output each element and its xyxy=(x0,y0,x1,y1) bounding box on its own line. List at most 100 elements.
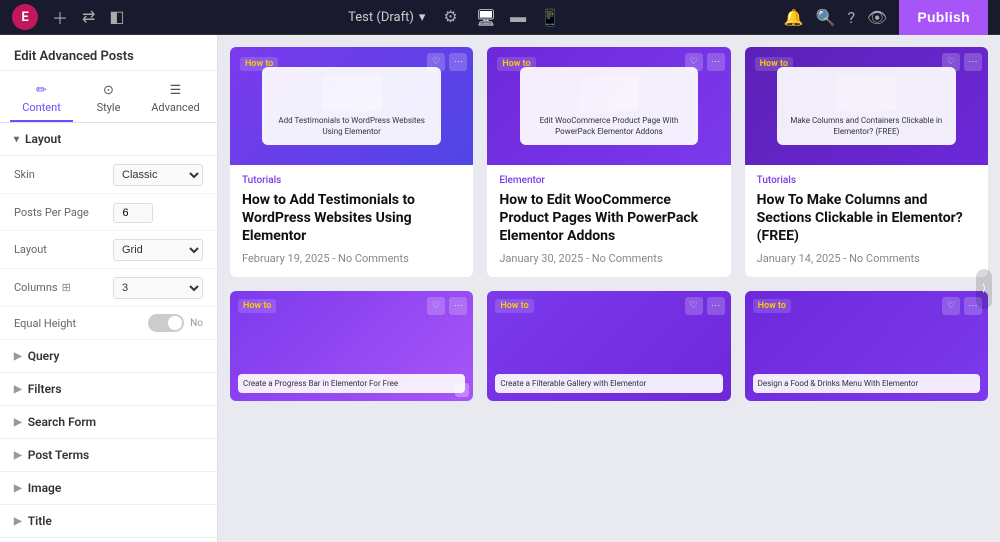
title-chevron-icon: ▶ xyxy=(14,516,22,527)
canvas-expand-handle[interactable]: ⟩ xyxy=(976,269,992,309)
query-chevron-icon: ▶ xyxy=(14,351,22,362)
tablet-icon[interactable]: ▬ xyxy=(510,7,526,27)
post-category-1: Tutorials xyxy=(242,175,461,186)
sidebar-title: Edit Advanced Posts xyxy=(14,49,134,64)
layout-section-header[interactable]: ▾ Layout xyxy=(0,123,217,156)
filters-section[interactable]: ▶ Filters xyxy=(0,373,217,406)
image-section[interactable]: ▶ Image xyxy=(0,472,217,505)
columns-layout-icon: ⊞ xyxy=(62,281,71,294)
query-header[interactable]: ▶ Query xyxy=(0,340,217,372)
thumb-inner-2: How to ♡ ⋯ Edit WooCommerce Product Page… xyxy=(487,47,730,165)
thumb-content-5: Create a Filterable Gallery with Element… xyxy=(495,374,722,393)
help-icon[interactable]: ? xyxy=(847,8,855,27)
posts-grid-row2: How to ♡ ⋯ Create a Progress Bar in Elem… xyxy=(230,291,988,401)
post-card-5[interactable]: How to ♡ ⋯ Create a Filterable Gallery w… xyxy=(487,291,730,401)
draft-selector[interactable]: Test (Draft) ▾ xyxy=(348,10,425,25)
card-overlay-3: ♡ ⋯ xyxy=(942,53,982,71)
skin-select[interactable]: Classic Card xyxy=(113,164,203,186)
query-section[interactable]: ▶ Query xyxy=(0,340,217,373)
layout-select[interactable]: Grid List xyxy=(113,239,203,261)
post-card-1[interactable]: How to ♡ ⋯ Add Testimonials to WordPress… xyxy=(230,47,473,277)
layers-button[interactable]: ◧ xyxy=(109,7,124,27)
sidebar-header: Edit Advanced Posts xyxy=(0,35,217,71)
post-meta-1: February 19, 2025 - No Comments xyxy=(242,252,461,265)
options-icon-3: ⋯ xyxy=(964,53,982,71)
search-form-header[interactable]: ▶ Search Form xyxy=(0,406,217,438)
tab-style[interactable]: ⊙ Style xyxy=(77,77,140,122)
equal-height-label: Equal Height xyxy=(14,317,148,330)
card-overlay-1: ♡ ⋯ xyxy=(427,53,467,71)
post-thumbnail-6: How to ♡ ⋯ Design a Food & Drinks Menu W… xyxy=(745,291,988,401)
how-to-tag-2: How to xyxy=(497,57,535,71)
options-icon-1: ⋯ xyxy=(449,53,467,71)
skin-control: Skin Classic Card xyxy=(0,156,217,194)
sidebar-tabs: ✏ Content ⊙ Style ☰ Advanced xyxy=(0,71,217,123)
publish-button[interactable]: Publish xyxy=(899,0,988,35)
card-overlay-5: ♡ ⋯ xyxy=(685,297,725,315)
post-terms-section[interactable]: ▶ Post Terms xyxy=(0,439,217,472)
post-title-2: How to Edit WooCommerce Product Pages Wi… xyxy=(499,191,718,246)
thumb-content-2: Edit WooCommerce Product Page With Power… xyxy=(520,67,699,145)
post-body-1: Tutorials How to Add Testimonials to Wor… xyxy=(230,165,473,277)
topbar-center: Test (Draft) ▾ ⚙ 🖥 ▬ 📱 xyxy=(348,7,560,27)
tab-content[interactable]: ✏ Content xyxy=(10,77,73,122)
thumb-inner-3: How to ♡ ⋯ Make Columns and Containers C… xyxy=(745,47,988,165)
settings-button[interactable]: ⚙ xyxy=(443,7,457,27)
post-thumbnail-3: How to ♡ ⋯ Make Columns and Containers C… xyxy=(745,47,988,165)
content-tab-icon: ✏ xyxy=(36,83,47,98)
toggle-knob xyxy=(168,316,182,330)
options-icon-4: ⋯ xyxy=(449,297,467,315)
content-header[interactable]: ▶ Content xyxy=(0,538,217,542)
thumb-content-4: Create a Progress Bar in Elementor For F… xyxy=(238,374,465,393)
thumb-inner-1: How to ♡ ⋯ Add Testimonials to WordPress… xyxy=(230,47,473,165)
columns-input[interactable]: 3 2 4 xyxy=(113,276,203,299)
post-meta-3: January 14, 2025 - No Comments xyxy=(757,252,976,265)
post-thumbnail-2: How to ♡ ⋯ Edit WooCommerce Product Page… xyxy=(487,47,730,165)
post-card-4[interactable]: How to ♡ ⋯ Create a Progress Bar in Elem… xyxy=(230,291,473,401)
title-section[interactable]: ▶ Title xyxy=(0,505,217,538)
columns-select[interactable]: 3 2 4 xyxy=(113,277,203,299)
bookmark-icon-3: ♡ xyxy=(942,53,960,71)
filters-header[interactable]: ▶ Filters xyxy=(0,373,217,405)
canvas: How to ♡ ⋯ Add Testimonials to WordPress… xyxy=(218,35,1000,542)
search-icon[interactable]: 🔍 xyxy=(816,8,836,27)
how-to-tag-5: How to xyxy=(495,299,533,313)
skin-input[interactable]: Classic Card xyxy=(113,163,203,186)
elementor-logo[interactable]: E xyxy=(12,4,38,30)
device-icons: 🖥 ▬ 📱 xyxy=(476,7,560,27)
notifications-icon[interactable]: 🔔 xyxy=(784,8,804,27)
thumb-mini-img-3 xyxy=(836,75,896,111)
topbar-right: 🔔 🔍 ? 👁 Publish xyxy=(784,0,988,35)
history-button[interactable]: ⇄ xyxy=(82,7,95,27)
post-meta-2: January 30, 2025 - No Comments xyxy=(499,252,718,265)
content-section[interactable]: ▶ Content xyxy=(0,538,217,542)
post-thumbnail-4: How to ♡ ⋯ Create a Progress Bar in Elem… xyxy=(230,291,473,401)
post-card-3[interactable]: How to ♡ ⋯ Make Columns and Containers C… xyxy=(745,47,988,277)
resize-handle-4[interactable] xyxy=(455,383,469,397)
main-layout: Edit Advanced Posts ✏ Content ⊙ Style ☰ … xyxy=(0,35,1000,542)
search-form-section[interactable]: ▶ Search Form xyxy=(0,406,217,439)
mobile-icon[interactable]: 📱 xyxy=(540,8,560,27)
desktop-icon[interactable]: 🖥 xyxy=(476,8,496,27)
title-header[interactable]: ▶ Title xyxy=(0,505,217,537)
post-card-2[interactable]: How to ♡ ⋯ Edit WooCommerce Product Page… xyxy=(487,47,730,277)
how-to-tag-1: How to xyxy=(240,57,278,71)
layout-input[interactable]: Grid List xyxy=(113,238,203,261)
thumb-content-3: Make Columns and Containers Clickable in… xyxy=(777,67,956,145)
equal-height-toggle[interactable]: No xyxy=(148,314,203,332)
topbar: E ＋ ⇄ ◧ Test (Draft) ▾ ⚙ 🖥 ▬ 📱 🔔 🔍 ? 👁 P… xyxy=(0,0,1000,35)
sidebar: Edit Advanced Posts ✏ Content ⊙ Style ☰ … xyxy=(0,35,218,542)
post-card-6[interactable]: How to ♡ ⋯ Design a Food & Drinks Menu W… xyxy=(745,291,988,401)
tab-advanced[interactable]: ☰ Advanced xyxy=(144,77,207,122)
search-form-chevron-icon: ▶ xyxy=(14,417,22,428)
image-chevron-icon: ▶ xyxy=(14,483,22,494)
skin-label: Skin xyxy=(14,168,113,181)
card-overlay-2: ♡ ⋯ xyxy=(685,53,725,71)
posts-per-page-input[interactable] xyxy=(113,201,203,223)
equal-height-toggle-btn[interactable] xyxy=(148,314,184,332)
post-terms-header[interactable]: ▶ Post Terms xyxy=(0,439,217,471)
image-header[interactable]: ▶ Image xyxy=(0,472,217,504)
preview-icon[interactable]: 👁 xyxy=(867,8,887,27)
posts-per-page-field[interactable] xyxy=(113,203,153,223)
add-element-button[interactable]: ＋ xyxy=(52,5,68,29)
